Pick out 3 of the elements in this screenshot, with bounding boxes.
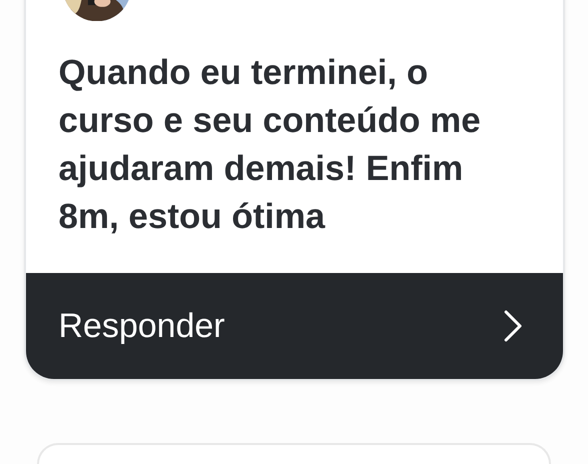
chevron-right-icon <box>502 309 522 344</box>
reply-button[interactable]: Responder <box>26 273 562 379</box>
review-message: Quando eu terminei, o curso e seu conteúdo me ajudaram demais! Enfim 8m, estou ótima <box>58 52 482 238</box>
